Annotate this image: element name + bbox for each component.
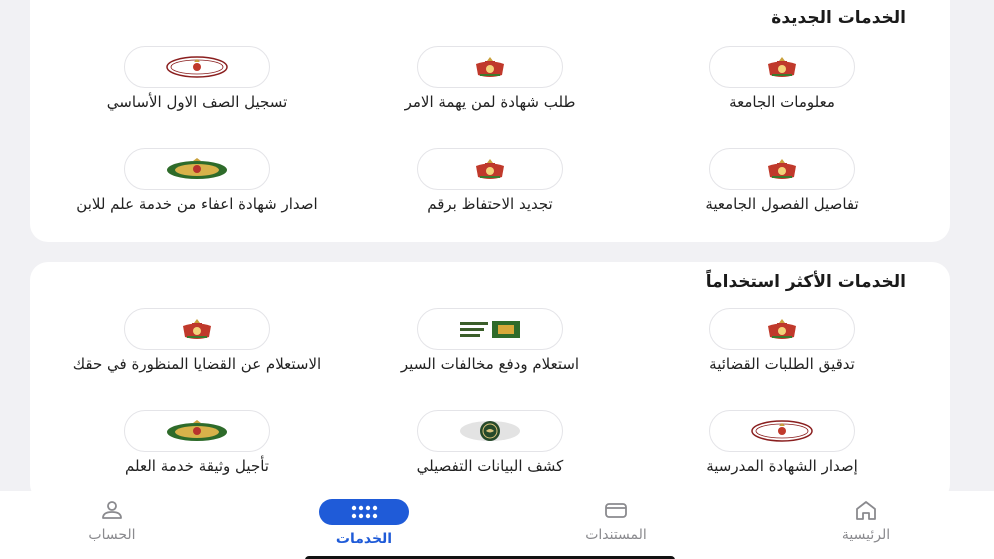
service-label: معلومات الجامعة: [729, 93, 835, 111]
wallet-icon: [605, 503, 627, 518]
ministry-seal-icon: [124, 46, 270, 88]
tab-account-label: الحساب: [88, 527, 136, 543]
tab-documents[interactable]: المستندات: [536, 499, 696, 543]
most-used-services-title: الخدمات الأكثر استخداماً: [705, 272, 906, 292]
service-label: تجديد الاحتفاظ برقم: [427, 195, 553, 213]
crest-icon: [417, 148, 563, 190]
crest-icon: [709, 308, 855, 350]
tab-services[interactable]: الخدمات: [284, 499, 444, 547]
service-pending-cases-inquiry[interactable]: الاستعلام عن القضايا المنظورة في حقك: [67, 308, 327, 372]
service-label: تدقيق الطلبات القضائية: [709, 355, 855, 373]
tab-documents-label: المستندات: [585, 527, 647, 543]
home-icon: [856, 501, 876, 520]
new-services-title: الخدمات الجديدة: [771, 8, 906, 28]
service-university-info[interactable]: معلومات الجامعة: [652, 46, 912, 110]
most-used-services-card: الخدمات الأكثر استخداماً تدقيق الطلبات ا…: [30, 262, 950, 502]
service-semester-details[interactable]: تفاصيل الفصول الجامعية: [652, 148, 912, 212]
service-school-certificate[interactable]: إصدار الشهادة المدرسية: [652, 410, 912, 474]
service-label: تفاصيل الفصول الجامعية: [705, 195, 859, 213]
tab-account[interactable]: الحساب: [32, 499, 192, 543]
service-detailed-statement[interactable]: كشف البيانات التفصيلي: [360, 410, 620, 474]
user-icon: [102, 501, 122, 519]
crest-icon: [709, 46, 855, 88]
service-label: تسجيل الصف الاول الأساسي: [106, 93, 288, 111]
new-services-card: الخدمات الجديدة معلومات الجامعة طلب شهاد…: [30, 0, 950, 242]
service-label: اصدار شهادة اعفاء من خدمة علم للابن: [76, 195, 318, 213]
tab-home-label: الرئيسية: [841, 527, 891, 543]
service-traffic-violations[interactable]: استعلام ودفع مخالفات السير: [360, 308, 620, 372]
services-screen: الخدمات الجديدة معلومات الجامعة طلب شهاد…: [0, 0, 994, 559]
service-label: كشف البيانات التفصيلي: [416, 457, 564, 475]
service-label: الاستعلام عن القضايا المنظورة في حقك: [72, 355, 322, 373]
crest-icon: [124, 308, 270, 350]
service-military-exemption-certificate[interactable]: اصدار شهادة اعفاء من خدمة علم للابن: [67, 148, 327, 212]
grid-dots-icon: [319, 499, 409, 525]
service-number-retention-renewal[interactable]: تجديد الاحتفاظ برقم: [360, 148, 620, 212]
bottom-tab-bar: الرئيسية المستندات الخدمات الحساب: [0, 491, 994, 559]
tab-home[interactable]: الرئيسية: [786, 499, 946, 543]
crest-icon: [709, 148, 855, 190]
service-first-grade-registration[interactable]: تسجيل الصف الاول الأساسي: [67, 46, 327, 110]
service-judicial-requests-check[interactable]: تدقيق الطلبات القضائية: [652, 308, 912, 372]
army-badge-icon: [124, 148, 270, 190]
service-label: تأجيل وثيقة خدمة العلم: [125, 457, 269, 475]
tab-services-label: الخدمات: [335, 531, 393, 547]
green-seal-icon: [417, 410, 563, 452]
army-badge-icon: [124, 410, 270, 452]
service-label: استعلام ودفع مخالفات السير: [400, 355, 580, 373]
service-military-service-deferral[interactable]: تأجيل وثيقة خدمة العلم: [67, 410, 327, 474]
service-label: إصدار الشهادة المدرسية: [706, 457, 858, 475]
traffic-logo-icon: [417, 308, 563, 350]
service-to-whom-certificate[interactable]: طلب شهادة لمن يهمة الامر: [360, 46, 620, 110]
crest-icon: [417, 46, 563, 88]
service-label: طلب شهادة لمن يهمة الامر: [404, 93, 576, 111]
ministry-seal-icon: [709, 410, 855, 452]
